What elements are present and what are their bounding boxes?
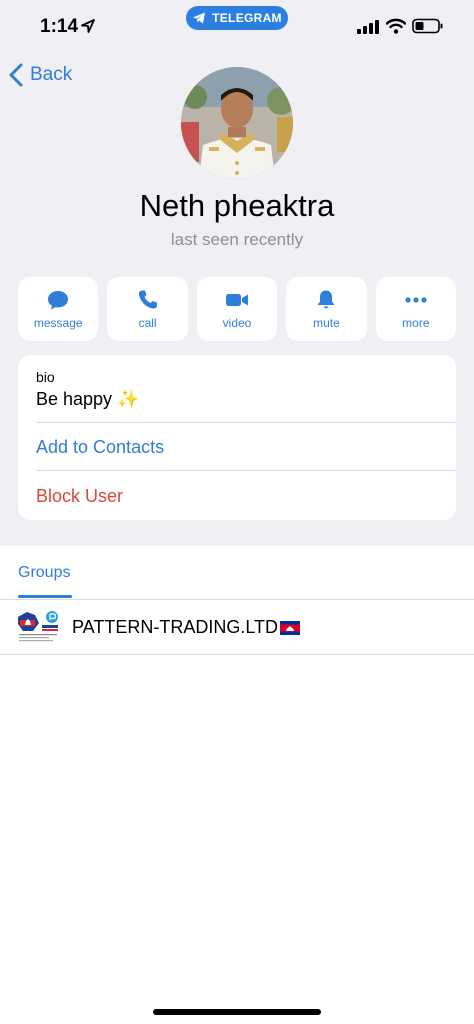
phone-icon bbox=[138, 290, 157, 309]
action-button-row: message call video mute more bbox=[18, 277, 457, 341]
call-button[interactable]: call bbox=[107, 277, 188, 341]
back-label: Back bbox=[30, 64, 73, 85]
group-name-text: PATTERN-TRADING.LTD bbox=[72, 617, 278, 637]
tab-groups[interactable]: Groups bbox=[18, 564, 70, 582]
divider bbox=[36, 470, 456, 471]
battery-icon bbox=[412, 18, 443, 34]
mute-label: mute bbox=[313, 316, 340, 330]
status-time: 1:14 bbox=[40, 16, 79, 37]
group-list-item[interactable]: PATTERN-TRADING.LTD bbox=[0, 600, 474, 654]
bio-value: Be happy ✨ bbox=[36, 389, 140, 409]
video-camera-icon bbox=[226, 294, 249, 306]
tab-selected-indicator bbox=[18, 595, 72, 598]
call-label: call bbox=[138, 316, 157, 330]
back-button[interactable]: Back bbox=[8, 62, 72, 88]
info-card: bio Be happy ✨ Add to Contacts Block Use… bbox=[18, 355, 456, 520]
bell-icon bbox=[317, 290, 335, 309]
location-arrow-icon bbox=[81, 19, 95, 33]
add-to-contacts-button[interactable]: Add to Contacts bbox=[36, 437, 164, 458]
chevron-left-icon bbox=[9, 63, 23, 87]
video-label: video bbox=[222, 316, 252, 330]
group-name: PATTERN-TRADING.LTD bbox=[72, 617, 300, 638]
wifi-icon bbox=[386, 18, 406, 34]
home-indicator[interactable] bbox=[153, 1009, 321, 1015]
message-button[interactable]: message bbox=[18, 277, 99, 341]
telegram-pill-label: TELEGRAM bbox=[212, 11, 282, 25]
more-button[interactable]: more bbox=[375, 277, 457, 341]
profile-header-area: 1:14 TELEGRAM Back Neth pheaktra last se… bbox=[0, 0, 474, 546]
video-button[interactable]: video bbox=[196, 277, 278, 341]
more-label: more bbox=[402, 316, 430, 330]
telegram-app-pill[interactable]: TELEGRAM bbox=[186, 6, 288, 30]
message-bubble-icon bbox=[48, 291, 69, 310]
mute-button[interactable]: mute bbox=[286, 277, 367, 341]
block-user-button[interactable]: Block User bbox=[36, 486, 123, 507]
divider bbox=[0, 654, 474, 655]
message-label: message bbox=[33, 316, 83, 330]
last-seen-status: last seen recently bbox=[170, 230, 304, 249]
group-avatar-icon bbox=[15, 609, 61, 645]
profile-avatar[interactable] bbox=[181, 67, 293, 179]
bio-label: bio bbox=[36, 369, 55, 385]
profile-name: Neth pheaktra bbox=[139, 188, 335, 223]
cellular-signal-icon bbox=[357, 20, 379, 34]
telegram-icon bbox=[193, 12, 206, 24]
divider bbox=[36, 422, 456, 423]
avatar-photo bbox=[181, 67, 293, 179]
cambodia-flag-icon bbox=[280, 621, 300, 635]
ellipsis-icon bbox=[405, 297, 427, 303]
